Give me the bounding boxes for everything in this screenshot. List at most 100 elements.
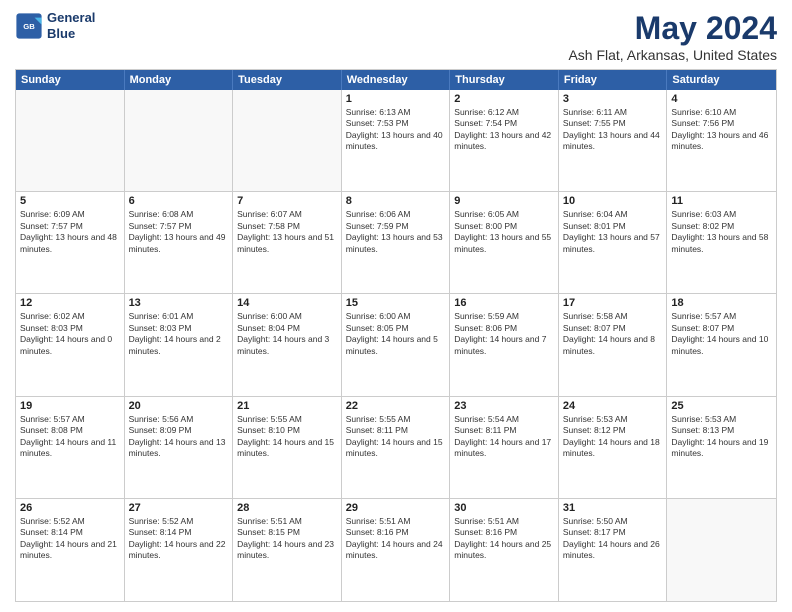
day-info: Sunrise: 5:51 AM Sunset: 8:16 PM Dayligh…: [346, 516, 446, 562]
calendar-header: SundayMondayTuesdayWednesdayThursdayFrid…: [16, 70, 776, 90]
day-number: 4: [671, 93, 772, 105]
calendar: SundayMondayTuesdayWednesdayThursdayFrid…: [15, 69, 777, 602]
day-number: 16: [454, 297, 554, 309]
day-number: 2: [454, 93, 554, 105]
day-info: Sunrise: 6:00 AM Sunset: 8:04 PM Dayligh…: [237, 311, 337, 357]
title-section: May 2024 Ash Flat, Arkansas, United Stat…: [568, 10, 777, 63]
day-info: Sunrise: 5:58 AM Sunset: 8:07 PM Dayligh…: [563, 311, 663, 357]
calendar-cell: 15Sunrise: 6:00 AM Sunset: 8:05 PM Dayli…: [342, 294, 451, 395]
calendar-cell: 13 Sunrise: 6:01 AM Sunset: 8:03 PM Dayli…: [125, 294, 234, 395]
day-number: 3: [563, 93, 663, 105]
day-number: 9: [454, 195, 554, 207]
calendar-cell: 6 Sunrise: 6:08 AM Sunset: 7:57 PM Daylig…: [125, 192, 234, 293]
calendar-cell: 24 Sunrise: 5:53 AM Sunset: 8:12 PM Dayli…: [559, 397, 668, 498]
calendar-cell: 16 Sunrise: 5:59 AM Sunset: 8:06 PM Dayli…: [450, 294, 559, 395]
calendar-cell: 17 Sunrise: 5:58 AM Sunset: 8:07 PM Dayli…: [559, 294, 668, 395]
day-number: 18: [671, 297, 772, 309]
day-info: Sunrise: 5:53 AM Sunset: 8:13 PM Dayligh…: [671, 414, 772, 460]
calendar-cell: 22 Sunrise: 5:55 AM Sunset: 8:11 PM Dayli…: [342, 397, 451, 498]
calendar-cell: 26Sunrise: 5:52 AM Sunset: 8:14 PM Dayli…: [16, 499, 125, 601]
day-number: 13: [129, 297, 229, 309]
calendar-body: 1 Sunrise: 6:13 AM Sunset: 7:53 PM Daylig…: [16, 90, 776, 601]
day-number: 21: [237, 400, 337, 412]
calendar-row: 5 Sunrise: 6:09 AM Sunset: 7:57 PM Daylig…: [16, 192, 776, 294]
day-number: 1: [346, 93, 446, 105]
day-number: 31: [563, 502, 663, 514]
day-number: 11: [671, 195, 772, 207]
header: GB General Blue May 2024 Ash Flat, Arkan…: [15, 10, 777, 63]
weekday-header: Tuesday: [233, 70, 342, 90]
calendar-cell: 8 Sunrise: 6:06 AM Sunset: 7:59 PM Daylig…: [342, 192, 451, 293]
day-number: 10: [563, 195, 663, 207]
day-info: Sunrise: 5:53 AM Sunset: 8:12 PM Dayligh…: [563, 414, 663, 460]
calendar-row: 19 Sunrise: 5:57 AM Sunset: 8:08 PM Dayli…: [16, 397, 776, 499]
day-info: Sunrise: 6:01 AM Sunset: 8:03 PM Dayligh…: [129, 311, 229, 357]
day-number: 7: [237, 195, 337, 207]
calendar-cell: 4 Sunrise: 6:10 AM Sunset: 7:56 PM Daylig…: [667, 90, 776, 191]
logo: GB General Blue: [15, 10, 95, 41]
day-number: 6: [129, 195, 229, 207]
calendar-row: 12 Sunrise: 6:02 AM Sunset: 8:03 PM Dayli…: [16, 294, 776, 396]
day-info: Sunrise: 5:52 AM Sunset: 8:14 PM Dayligh…: [129, 516, 229, 562]
day-info: Sunrise: 5:52 AM Sunset: 8:14 PM Dayligh…: [20, 516, 120, 562]
weekday-header: Friday: [559, 70, 668, 90]
day-info: Sunrise: 6:08 AM Sunset: 7:57 PM Dayligh…: [129, 209, 229, 255]
day-info: Sunrise: 6:10 AM Sunset: 7:56 PM Dayligh…: [671, 107, 772, 153]
calendar-cell: 30 Sunrise: 5:51 AM Sunset: 8:16 PM Dayli…: [450, 499, 559, 601]
calendar-cell: 28Sunrise: 5:51 AM Sunset: 8:15 PM Dayli…: [233, 499, 342, 601]
calendar-cell: 23Sunrise: 5:54 AM Sunset: 8:11 PM Dayli…: [450, 397, 559, 498]
svg-text:GB: GB: [23, 21, 35, 30]
calendar-cell: 9 Sunrise: 6:05 AM Sunset: 8:00 PM Daylig…: [450, 192, 559, 293]
weekday-header: Sunday: [16, 70, 125, 90]
calendar-cell: 20Sunrise: 5:56 AM Sunset: 8:09 PM Dayli…: [125, 397, 234, 498]
day-info: Sunrise: 6:07 AM Sunset: 7:58 PM Dayligh…: [237, 209, 337, 255]
calendar-cell: 29 Sunrise: 5:51 AM Sunset: 8:16 PM Dayli…: [342, 499, 451, 601]
logo-text: General Blue: [47, 10, 95, 41]
page: GB General Blue May 2024 Ash Flat, Arkan…: [0, 0, 792, 612]
day-number: 27: [129, 502, 229, 514]
calendar-cell: 21Sunrise: 5:55 AM Sunset: 8:10 PM Dayli…: [233, 397, 342, 498]
day-info: Sunrise: 5:59 AM Sunset: 8:06 PM Dayligh…: [454, 311, 554, 357]
day-info: Sunrise: 6:02 AM Sunset: 8:03 PM Dayligh…: [20, 311, 120, 357]
day-info: Sunrise: 6:03 AM Sunset: 8:02 PM Dayligh…: [671, 209, 772, 255]
day-info: Sunrise: 6:05 AM Sunset: 8:00 PM Dayligh…: [454, 209, 554, 255]
day-number: 17: [563, 297, 663, 309]
weekday-header: Monday: [125, 70, 234, 90]
day-number: 8: [346, 195, 446, 207]
day-number: 24: [563, 400, 663, 412]
day-info: Sunrise: 5:51 AM Sunset: 8:16 PM Dayligh…: [454, 516, 554, 562]
day-number: 19: [20, 400, 120, 412]
day-info: Sunrise: 6:04 AM Sunset: 8:01 PM Dayligh…: [563, 209, 663, 255]
calendar-cell: 31 Sunrise: 5:50 AM Sunset: 8:17 PM Dayli…: [559, 499, 668, 601]
day-number: 28: [237, 502, 337, 514]
day-number: 12: [20, 297, 120, 309]
calendar-cell: 2 Sunrise: 6:12 AM Sunset: 7:54 PM Daylig…: [450, 90, 559, 191]
day-number: 22: [346, 400, 446, 412]
day-number: 29: [346, 502, 446, 514]
calendar-cell: 7 Sunrise: 6:07 AM Sunset: 7:58 PM Daylig…: [233, 192, 342, 293]
day-info: Sunrise: 5:50 AM Sunset: 8:17 PM Dayligh…: [563, 516, 663, 562]
day-number: 5: [20, 195, 120, 207]
calendar-cell: [233, 90, 342, 191]
calendar-cell: 27 Sunrise: 5:52 AM Sunset: 8:14 PM Dayli…: [125, 499, 234, 601]
day-info: Sunrise: 6:06 AM Sunset: 7:59 PM Dayligh…: [346, 209, 446, 255]
weekday-header: Thursday: [450, 70, 559, 90]
day-info: Sunrise: 6:09 AM Sunset: 7:57 PM Dayligh…: [20, 209, 120, 255]
calendar-row: 1 Sunrise: 6:13 AM Sunset: 7:53 PM Daylig…: [16, 90, 776, 192]
day-number: 30: [454, 502, 554, 514]
day-info: Sunrise: 6:13 AM Sunset: 7:53 PM Dayligh…: [346, 107, 446, 153]
calendar-cell: 12 Sunrise: 6:02 AM Sunset: 8:03 PM Dayli…: [16, 294, 125, 395]
calendar-cell: [125, 90, 234, 191]
day-info: Sunrise: 5:55 AM Sunset: 8:11 PM Dayligh…: [346, 414, 446, 460]
day-info: Sunrise: 5:57 AM Sunset: 8:08 PM Dayligh…: [20, 414, 120, 460]
day-number: 14: [237, 297, 337, 309]
calendar-cell: 19 Sunrise: 5:57 AM Sunset: 8:08 PM Dayli…: [16, 397, 125, 498]
calendar-row: 26Sunrise: 5:52 AM Sunset: 8:14 PM Dayli…: [16, 499, 776, 601]
calendar-cell: 11 Sunrise: 6:03 AM Sunset: 8:02 PM Dayli…: [667, 192, 776, 293]
day-info: Sunrise: 6:12 AM Sunset: 7:54 PM Dayligh…: [454, 107, 554, 153]
calendar-cell: 5 Sunrise: 6:09 AM Sunset: 7:57 PM Daylig…: [16, 192, 125, 293]
day-info: Sunrise: 5:56 AM Sunset: 8:09 PM Dayligh…: [129, 414, 229, 460]
calendar-cell: 25Sunrise: 5:53 AM Sunset: 8:13 PM Dayli…: [667, 397, 776, 498]
day-info: Sunrise: 6:00 AM Sunset: 8:05 PM Dayligh…: [346, 311, 446, 357]
calendar-cell: 3Sunrise: 6:11 AM Sunset: 7:55 PM Daylig…: [559, 90, 668, 191]
